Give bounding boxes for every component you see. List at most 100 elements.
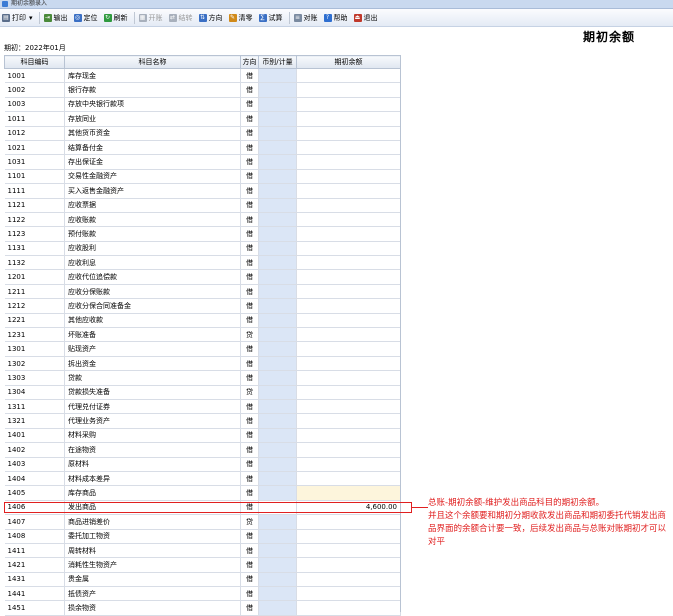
chevron-down-icon[interactable]: ▾ [29,14,33,22]
cell-opening-balance[interactable] [296,298,401,314]
table-row[interactable]: 1303 贷款借 [4,370,401,386]
cell-opening-balance[interactable] [296,284,401,300]
table-row[interactable]: 1211 应收分保账款借 [4,284,401,300]
table-row[interactable]: 1311 代理兑付证券借 [4,399,401,415]
toolbar-button-printer[interactable]: ▤ 打印 ▾ [0,10,35,25]
cell-opening-balance[interactable] [296,169,401,185]
toolbar-button-exit[interactable]: ⏏ 退出 [352,10,380,25]
cell-opening-balance[interactable] [296,543,401,559]
cell-opening-balance[interactable] [296,82,401,98]
cell-opening-balance[interactable] [296,327,401,343]
cell-opening-balance[interactable] [296,600,401,616]
printer-icon: ▤ [2,13,10,22]
table-row[interactable]: 1402 在途物资借 [4,442,401,458]
table-row[interactable]: 1002 银行存款借 [4,82,401,98]
table-row[interactable]: 1111 买入返售金融资产借 [4,183,401,199]
cell-opening-balance[interactable] [296,341,401,357]
table-row[interactable]: 1122 应收账款借 [4,212,401,228]
cell-opening-balance[interactable] [296,557,401,573]
cell-opening-balance[interactable] [296,154,401,170]
toolbar-button-direction[interactable]: ⇅ 方向 [197,10,225,25]
table-row[interactable]: 1221 其他应收款借 [4,313,401,329]
table-row[interactable]: 1101 交易性金融资产借 [4,169,401,185]
table-row[interactable]: 1301 贴现资产借 [4,341,401,357]
table-row[interactable]: 1201 应收代位追偿款借 [4,269,401,285]
column-header-opening-balance[interactable]: 期初余额 [296,55,401,69]
cell-account-code: 1401 [4,428,65,444]
table-row[interactable]: 1401 材料采购借 [4,428,401,444]
cell-opening-balance[interactable] [296,485,401,501]
cell-opening-balance[interactable] [296,428,401,444]
table-row[interactable]: 1411 周转材料借 [4,543,401,559]
toolbar-button-locate[interactable]: ◎ 定位 [72,10,100,25]
cell-opening-balance[interactable] [296,269,401,285]
toolbar-button-refresh[interactable]: ↻ 刷新 [102,10,130,25]
cell-opening-balance[interactable] [296,183,401,199]
cell-opening-balance[interactable] [296,212,401,228]
cell-opening-balance[interactable] [296,529,401,544]
toolbar-button-open-account[interactable]: ▦ 开账 [137,10,165,25]
cell-opening-balance[interactable] [296,126,401,141]
cell-opening-balance[interactable] [296,413,401,429]
table-row[interactable]: 1121 应收票据借 [4,198,401,213]
cell-account-code: 1451 [4,600,65,616]
cell-opening-balance[interactable] [296,68,401,84]
table-row[interactable]: 1003 存放中央银行款项借 [4,97,401,113]
table-row[interactable]: 1404 材料成本差异借 [4,471,401,487]
cell-opening-balance[interactable] [296,198,401,213]
cell-currency-unit [258,356,297,372]
table-row[interactable]: 1021 结算备付金借 [4,140,401,156]
table-row[interactable]: 1441 抵债资产借 [4,586,401,602]
cell-opening-balance[interactable] [296,586,401,602]
table-row[interactable]: 1405 库存商品借 [4,485,401,501]
table-row[interactable]: 1123 预付账款借 [4,226,401,242]
table-row[interactable]: 1302 拆出资金借 [4,356,401,372]
cell-account-name: 应收分保合同准备金 [64,298,241,314]
table-row[interactable]: 1212 应收分保合同准备金借 [4,298,401,314]
cell-opening-balance[interactable] [296,111,401,127]
cell-opening-balance[interactable] [296,226,401,242]
cell-opening-balance[interactable] [296,385,401,400]
table-row[interactable]: 1407 商品进销差价贷 [4,514,401,530]
cell-opening-balance[interactable] [296,442,401,458]
table-row[interactable]: 1131 应收股利借 [4,241,401,257]
toolbar-button-trial-balance[interactable]: ∑ 试算 [257,10,285,25]
toolbar-button-carry-over[interactable]: ⇄ 结转 [167,10,195,25]
table-row[interactable]: 1231 坏账准备贷 [4,327,401,343]
cell-opening-balance[interactable] [296,255,401,271]
cell-opening-balance[interactable] [296,399,401,415]
column-header-code[interactable]: 科目编码 [4,55,65,69]
table-row[interactable]: 1321 代理业务资产借 [4,413,401,429]
table-row[interactable]: 1012 其他货币资金借 [4,126,401,141]
cell-opening-balance[interactable] [296,97,401,113]
cell-opening-balance[interactable] [296,514,401,530]
column-header-name[interactable]: 科目名称 [64,55,241,69]
table-row[interactable]: 1304 贷款损失准备贷 [4,385,401,400]
cell-opening-balance[interactable] [296,241,401,257]
help-icon: ? [323,13,332,22]
table-row[interactable]: 1431 贵金属借 [4,572,401,588]
cell-opening-balance[interactable] [296,370,401,386]
table-row[interactable]: 1132 应收利息借 [4,255,401,271]
table-row[interactable]: 1031 存出保证金借 [4,154,401,170]
table-row[interactable]: 1403 原材料借 [4,457,401,472]
table-row[interactable]: 1451 损余物资借 [4,600,401,616]
column-header-currency[interactable]: 币别/计量 [258,55,297,69]
cell-opening-balance[interactable] [296,140,401,156]
cell-account-code: 1001 [4,68,65,84]
table-row[interactable]: 1011 存放同业借 [4,111,401,127]
toolbar-button-clear[interactable]: ✎ 清零 [227,10,255,25]
cell-opening-balance[interactable] [296,471,401,487]
table-row[interactable]: 1421 消耗性生物资产借 [4,557,401,573]
cell-opening-balance[interactable] [296,572,401,588]
cell-opening-balance[interactable] [296,313,401,329]
cell-opening-balance[interactable] [296,356,401,372]
toolbar-button-export[interactable]: ⇥ 输出 [42,10,70,25]
toolbar-button-help[interactable]: ? 帮助 [322,10,350,25]
cell-direction: 借 [240,226,259,242]
cell-opening-balance[interactable] [296,457,401,472]
table-row[interactable]: 1001 库存现金借 [4,68,401,84]
table-row[interactable]: 1408 委托加工物资借 [4,529,401,544]
column-header-direction[interactable]: 方向 [240,55,259,69]
toolbar-button-reconcile[interactable]: ≡ 对账 [292,10,320,25]
